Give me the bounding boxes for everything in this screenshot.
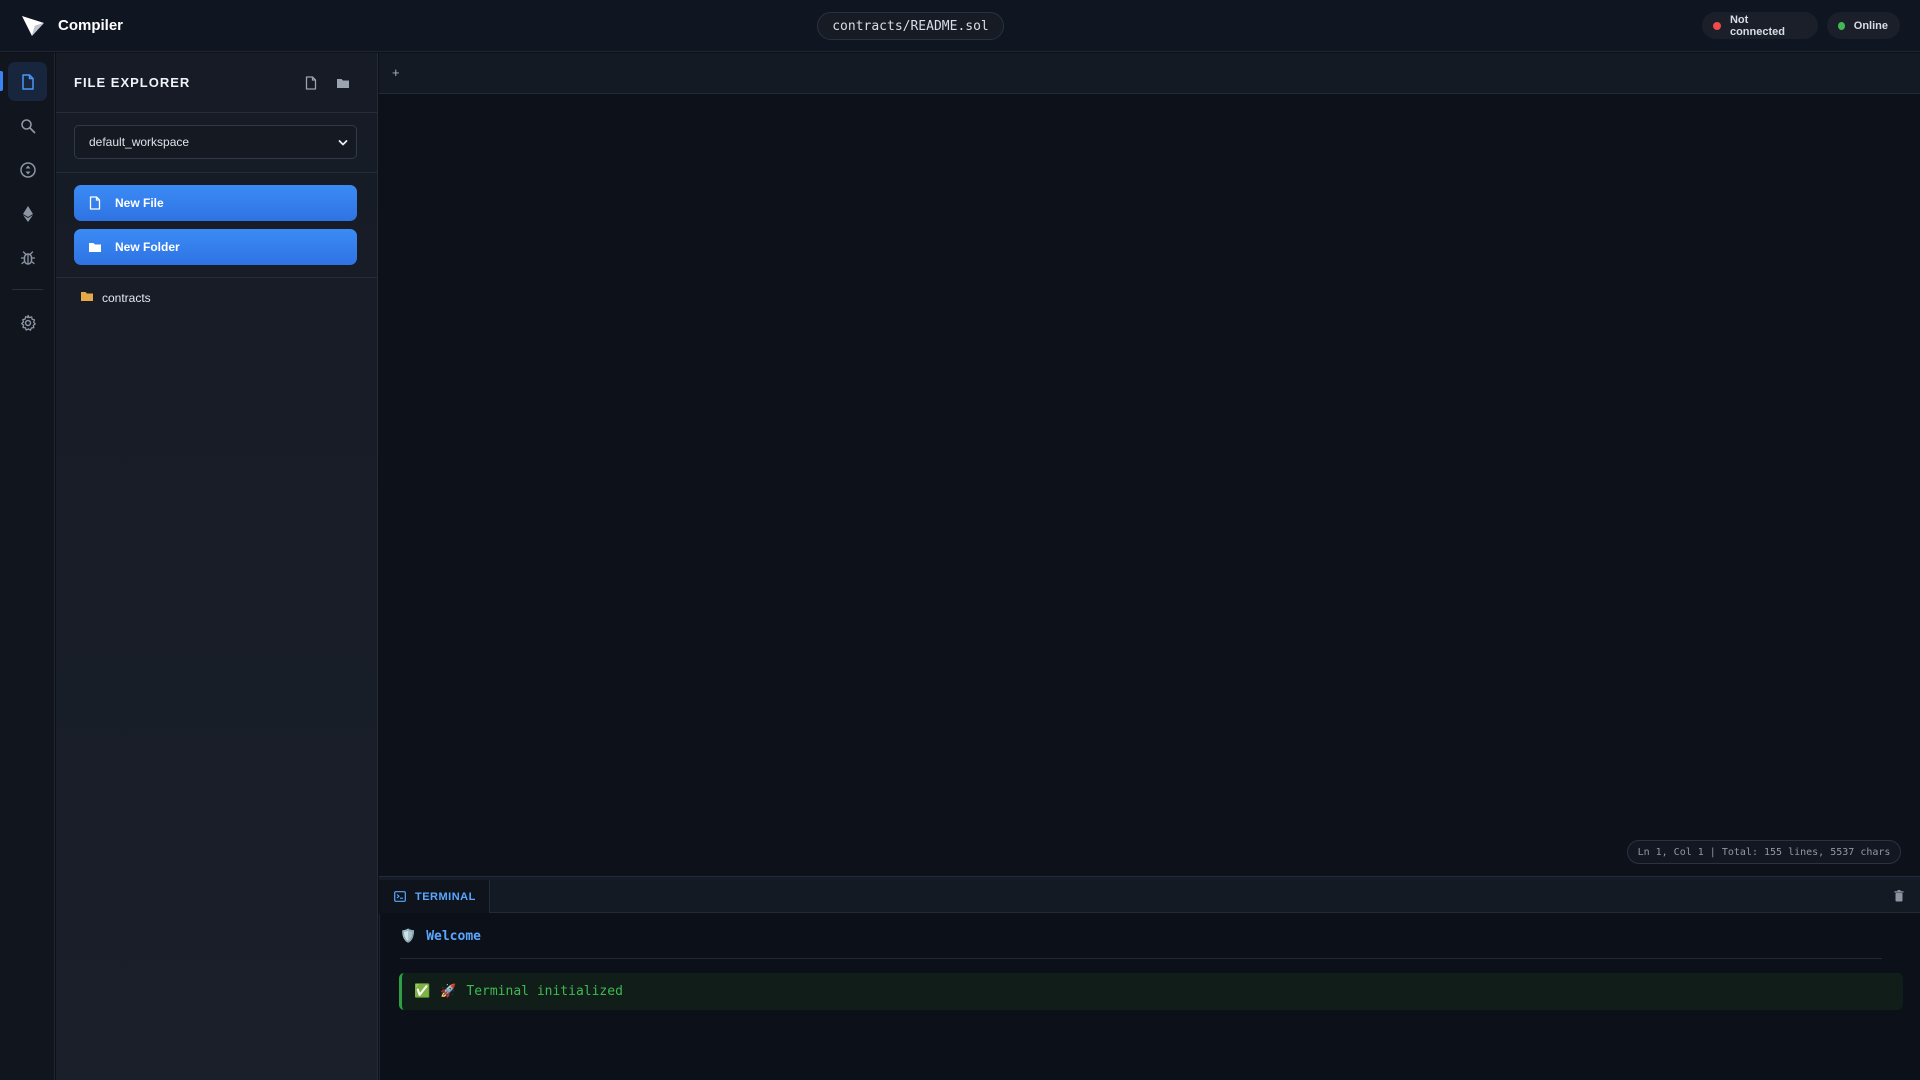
logo-icon [22, 15, 44, 36]
file-icon [88, 196, 102, 210]
activity-settings-button[interactable] [8, 303, 47, 342]
check-icon: ✅ [414, 984, 431, 999]
code-editor[interactable] [379, 95, 1920, 876]
welcome-text: Welcome [426, 929, 481, 944]
shield-icon: 🛡️ [400, 929, 417, 944]
chevron-down-icon [338, 140, 348, 146]
brand[interactable]: Compiler [20, 13, 123, 39]
tab-terminal-label: TERMINAL [415, 890, 476, 903]
activity-deploy-button[interactable] [8, 194, 47, 233]
file-actions: New File New Folder [56, 173, 377, 278]
terminal-icon [394, 891, 406, 902]
terminal-output[interactable]: 🛡️ Welcome ✅ 🚀 Terminal initialized [379, 914, 1920, 1080]
top-bar: Compiler contracts/README.sol Not connec… [0, 0, 1920, 52]
online-dot-icon [1838, 21, 1845, 30]
workspace-select[interactable]: default_workspace [74, 125, 357, 159]
terminal-line-text: Terminal initialized [466, 984, 623, 999]
new-folder-label: New Folder [115, 240, 180, 254]
terminal-tab-bar: TERMINAL [379, 880, 1920, 913]
activity-bar [0, 53, 55, 1080]
terminal-welcome: 🛡️ Welcome [400, 929, 481, 944]
terminal-divider [400, 958, 1882, 959]
network-status-badge[interactable]: Online [1827, 12, 1900, 39]
ethereum-icon [22, 205, 33, 222]
terminal-line: ✅ 🚀 Terminal initialized [399, 973, 1903, 1010]
folder-icon [80, 290, 94, 305]
gear-icon [20, 314, 36, 331]
tab-terminal[interactable]: TERMINAL [379, 880, 490, 913]
connection-status-badge[interactable]: Not connected [1702, 12, 1818, 39]
trash-icon[interactable] [1894, 890, 1904, 902]
activity-debugger-button[interactable] [8, 238, 47, 277]
connection-status-label: Not connected [1729, 13, 1785, 38]
activity-compiler-button[interactable] [8, 150, 47, 189]
file-explorer-panel: FILE EXPLORER default_workspace New File… [56, 53, 378, 1080]
activity-separator [12, 289, 43, 290]
workspace-section: default_workspace [56, 113, 377, 173]
search-icon [20, 118, 35, 133]
new-file-icon[interactable] [303, 75, 319, 91]
folder-icon [88, 240, 102, 254]
new-file-button[interactable]: New File [74, 185, 357, 221]
new-folder-icon[interactable] [335, 75, 351, 91]
bug-icon [20, 250, 35, 265]
workspace-select-value: default_workspace [89, 135, 190, 149]
app-title: Compiler [58, 17, 124, 34]
panel-title: FILE EXPLORER [74, 75, 191, 90]
editor-tab-bar: + [379, 53, 1920, 94]
cursor-position-info: Ln 1, Col 1 | Total: 155 lines, 5537 cha… [1627, 840, 1901, 864]
disconnected-dot-icon [1713, 21, 1721, 30]
new-folder-button[interactable]: New Folder [74, 229, 357, 265]
activity-search-button[interactable] [8, 106, 47, 145]
tree-item-label: contracts [102, 290, 151, 305]
activity-file-explorer-button[interactable] [8, 62, 47, 101]
file-explorer-header: FILE EXPLORER [56, 53, 377, 113]
compile-icon [19, 161, 36, 178]
add-tab-button[interactable]: + [392, 65, 400, 80]
new-file-label: New File [115, 196, 164, 210]
tree-item-contracts[interactable]: contracts [80, 290, 151, 305]
rocket-icon: 🚀 [440, 984, 457, 999]
network-status-label: Online [1853, 19, 1888, 32]
file-icon [21, 73, 34, 90]
current-file-path: contracts/README.sol [817, 12, 1004, 40]
active-indicator [0, 71, 3, 91]
